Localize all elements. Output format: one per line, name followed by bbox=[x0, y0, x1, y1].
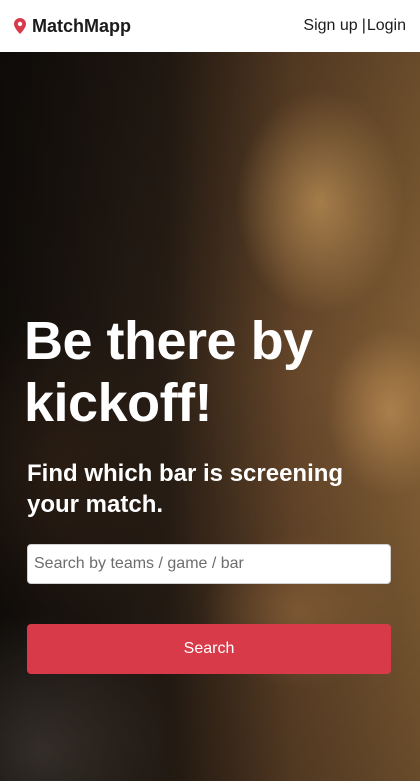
signup-link[interactable]: Sign up bbox=[303, 17, 357, 35]
hero-section: Be there by kickoff! Find which bar is s… bbox=[0, 52, 420, 781]
brand-name: MatchMapp bbox=[32, 15, 131, 36]
auth-links: Sign up | Login bbox=[303, 17, 406, 35]
search-input[interactable] bbox=[27, 544, 391, 584]
auth-separator: | bbox=[361, 17, 366, 34]
top-navbar: MatchMapp Sign up | Login bbox=[0, 0, 420, 52]
hero-subheadline: Find which bar is screening your match. bbox=[27, 460, 344, 518]
login-link[interactable]: Login bbox=[367, 17, 406, 35]
search-button[interactable]: Search bbox=[27, 624, 391, 674]
hero-headline: Be there by kickoff! bbox=[24, 311, 313, 433]
map-pin-icon bbox=[14, 18, 26, 34]
brand-logo-link[interactable]: MatchMapp bbox=[14, 16, 131, 37]
hero-content: Be there by kickoff! Find which bar is s… bbox=[24, 310, 396, 674]
